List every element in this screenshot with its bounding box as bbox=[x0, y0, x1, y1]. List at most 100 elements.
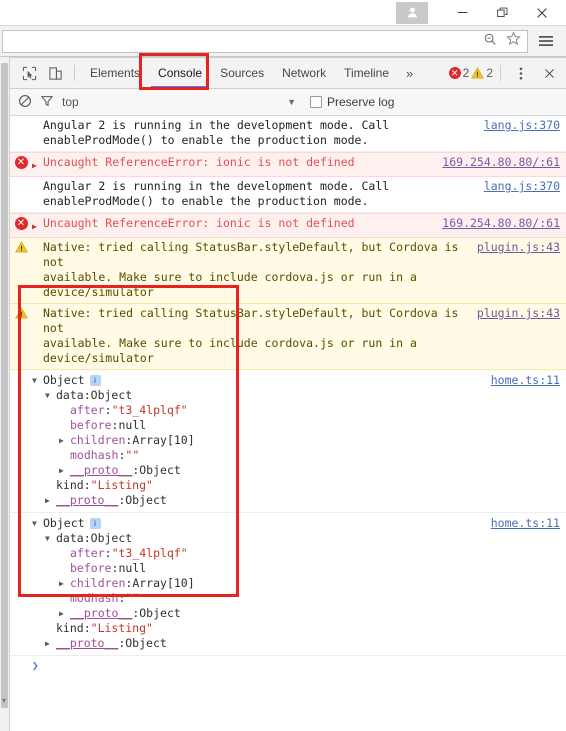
object-tree: ▼Objecti▼data: Object▶after: "t3_4lplqf"… bbox=[10, 373, 491, 508]
object-property-value: Object bbox=[139, 463, 181, 477]
preserve-log-toggle[interactable]: Preserve log bbox=[310, 95, 394, 109]
star-icon[interactable] bbox=[506, 31, 521, 51]
console-message-source-link[interactable]: lang.js:370 bbox=[484, 179, 566, 194]
more-tabs-button[interactable]: » bbox=[398, 66, 421, 81]
tab-elements[interactable]: Elements bbox=[81, 58, 149, 88]
disclosure-triangle-icon[interactable]: ▶ bbox=[45, 636, 56, 651]
disclosure-triangle-icon[interactable]: ▶ bbox=[45, 493, 56, 508]
console-message-source-link[interactable]: 169.254.80.80/:61 bbox=[442, 155, 566, 170]
console-message-icon: ✕ bbox=[10, 155, 32, 169]
disclosure-triangle-icon: ▶ bbox=[59, 418, 70, 433]
object-root-label: Object bbox=[43, 373, 85, 387]
console-object-message[interactable]: ▼Objecti▼data: Object▶after: "t3_4lplqf"… bbox=[10, 513, 566, 656]
address-bar[interactable] bbox=[2, 29, 528, 53]
devtools-close-icon[interactable] bbox=[536, 61, 562, 85]
disclosure-triangle-icon[interactable]: ▼ bbox=[45, 531, 56, 546]
page-scrollbar-thumb[interactable] bbox=[1, 63, 8, 708]
zoom-out-icon[interactable] bbox=[483, 32, 497, 51]
info-icon[interactable]: i bbox=[89, 375, 101, 386]
object-property-key: children bbox=[70, 433, 126, 447]
object-property-row[interactable]: ▼ data: Object bbox=[32, 531, 491, 546]
disclosure-triangle-icon[interactable]: ▼ bbox=[32, 516, 43, 531]
console-message-expand-arrow[interactable]: ▶ bbox=[32, 155, 43, 173]
console-message-warn[interactable]: Native: tried calling StatusBar.styleDef… bbox=[10, 238, 566, 304]
object-property-value: Object bbox=[139, 606, 181, 620]
console-object-message[interactable]: ▼Objecti▼data: Object▶after: "t3_4lplqf"… bbox=[10, 370, 566, 513]
address-input[interactable] bbox=[3, 31, 474, 51]
object-tree-root[interactable]: ▼ Object i bbox=[32, 373, 491, 388]
issue-counters[interactable]: ✕ 2 2 bbox=[448, 66, 493, 80]
console-message-text: Uncaught ReferenceError: ionic is not de… bbox=[43, 155, 355, 169]
object-property-separator: : bbox=[83, 531, 91, 545]
object-property-key: __proto__ bbox=[56, 493, 119, 507]
browser-toolbar bbox=[0, 26, 566, 57]
object-property-key: kind bbox=[56, 621, 84, 635]
console-message-log[interactable]: Angular 2 is running in the development … bbox=[10, 116, 566, 152]
object-property-row[interactable]: ▶ __proto__: Object bbox=[32, 606, 491, 621]
console-message-source-link[interactable]: plugin.js:43 bbox=[477, 240, 566, 255]
object-tree-root[interactable]: ▼ Object i bbox=[32, 516, 491, 531]
console-message-error[interactable]: ✕ ▶ Uncaught ReferenceError: ionic is not … bbox=[10, 213, 566, 238]
object-property-row[interactable]: ▶ __proto__: Object bbox=[32, 463, 491, 478]
object-property-row[interactable]: ▶ children: Array[10] bbox=[32, 433, 491, 448]
person-icon[interactable] bbox=[396, 1, 428, 24]
object-property-separator: : bbox=[125, 433, 133, 447]
disclosure-triangle-icon: ▶ bbox=[59, 546, 70, 561]
info-icon[interactable]: i bbox=[89, 518, 101, 529]
context-selector[interactable]: top ▼ bbox=[62, 95, 302, 109]
kebab-menu-icon[interactable] bbox=[508, 61, 534, 85]
tab-network[interactable]: Network bbox=[273, 58, 335, 88]
tab-sources[interactable]: Sources bbox=[211, 58, 273, 88]
tab-timeline[interactable]: Timeline bbox=[335, 58, 398, 88]
error-counter[interactable]: ✕ 2 bbox=[448, 66, 469, 80]
object-property-row: ▶before: null bbox=[32, 418, 491, 433]
object-property-row[interactable]: ▶ __proto__: Object bbox=[32, 493, 491, 508]
object-property-separator: : bbox=[104, 546, 112, 560]
tab-console[interactable]: Console bbox=[149, 58, 211, 88]
minimize-button[interactable] bbox=[442, 0, 482, 26]
console-prompt[interactable]: ❯ bbox=[10, 656, 566, 675]
console-object-source-link[interactable]: home.ts:11 bbox=[491, 516, 566, 531]
tab-network-label: Network bbox=[282, 66, 327, 80]
device-toolbar-icon[interactable] bbox=[42, 61, 68, 85]
console-message-source-link[interactable]: plugin.js:43 bbox=[477, 306, 566, 321]
object-property-row[interactable]: ▼ data: Object bbox=[32, 388, 491, 403]
object-property-row[interactable]: ▶ children: Array[10] bbox=[32, 576, 491, 591]
clear-glyph bbox=[19, 94, 31, 107]
console-message-source-link[interactable]: lang.js:370 bbox=[484, 118, 566, 133]
console-message-warn[interactable]: Native: tried calling StatusBar.styleDef… bbox=[10, 304, 566, 370]
console-message-expand-arrow[interactable]: ▶ bbox=[32, 216, 43, 234]
warning-counter[interactable]: 2 bbox=[471, 66, 493, 80]
clear-console-icon[interactable] bbox=[18, 94, 32, 111]
console-message-list[interactable]: Angular 2 is running in the development … bbox=[10, 116, 566, 731]
console-message-expand-arrow bbox=[32, 179, 43, 182]
inspect-element-icon[interactable] bbox=[16, 61, 42, 85]
hamburger-icon[interactable] bbox=[532, 28, 560, 54]
disclosure-triangle-icon[interactable]: ▶ bbox=[59, 576, 70, 591]
object-property-value: "t3_4lplqf" bbox=[111, 403, 188, 417]
disclosure-triangle-icon[interactable]: ▶ bbox=[59, 433, 70, 448]
object-property-separator: : bbox=[132, 606, 140, 620]
object-property-row[interactable]: ▶ __proto__: Object bbox=[32, 636, 491, 651]
restore-button[interactable] bbox=[482, 0, 522, 26]
object-property-row: ▶after: "t3_4lplqf" bbox=[32, 403, 491, 418]
console-message-log[interactable]: Angular 2 is running in the development … bbox=[10, 177, 566, 213]
object-property-value: Object bbox=[90, 388, 133, 402]
page-scrollbar[interactable] bbox=[0, 57, 10, 731]
warning-triangle-icon bbox=[471, 67, 485, 79]
preserve-log-checkbox[interactable] bbox=[310, 96, 322, 108]
disclosure-triangle-icon[interactable]: ▼ bbox=[32, 373, 43, 388]
disclosure-triangle-icon[interactable]: ▼ bbox=[45, 388, 56, 403]
console-message-source-link[interactable]: 169.254.80.80/:61 bbox=[442, 216, 566, 231]
close-glyph bbox=[544, 68, 554, 78]
disclosure-triangle-icon[interactable]: ▶ bbox=[59, 463, 70, 478]
disclosure-triangle-icon[interactable]: ▶ bbox=[59, 606, 70, 621]
close-button[interactable] bbox=[522, 0, 562, 26]
warning-count-label: 2 bbox=[486, 66, 493, 80]
warning-glyph bbox=[14, 307, 28, 319]
object-property-row: ▶after: "t3_4lplqf" bbox=[32, 546, 491, 561]
console-message-error[interactable]: ✕ ▶ Uncaught ReferenceError: ionic is not … bbox=[10, 152, 566, 177]
error-circle-icon: ✕ bbox=[448, 67, 461, 79]
console-object-source-link[interactable]: home.ts:11 bbox=[491, 373, 566, 388]
filter-funnel-icon[interactable] bbox=[40, 94, 54, 111]
